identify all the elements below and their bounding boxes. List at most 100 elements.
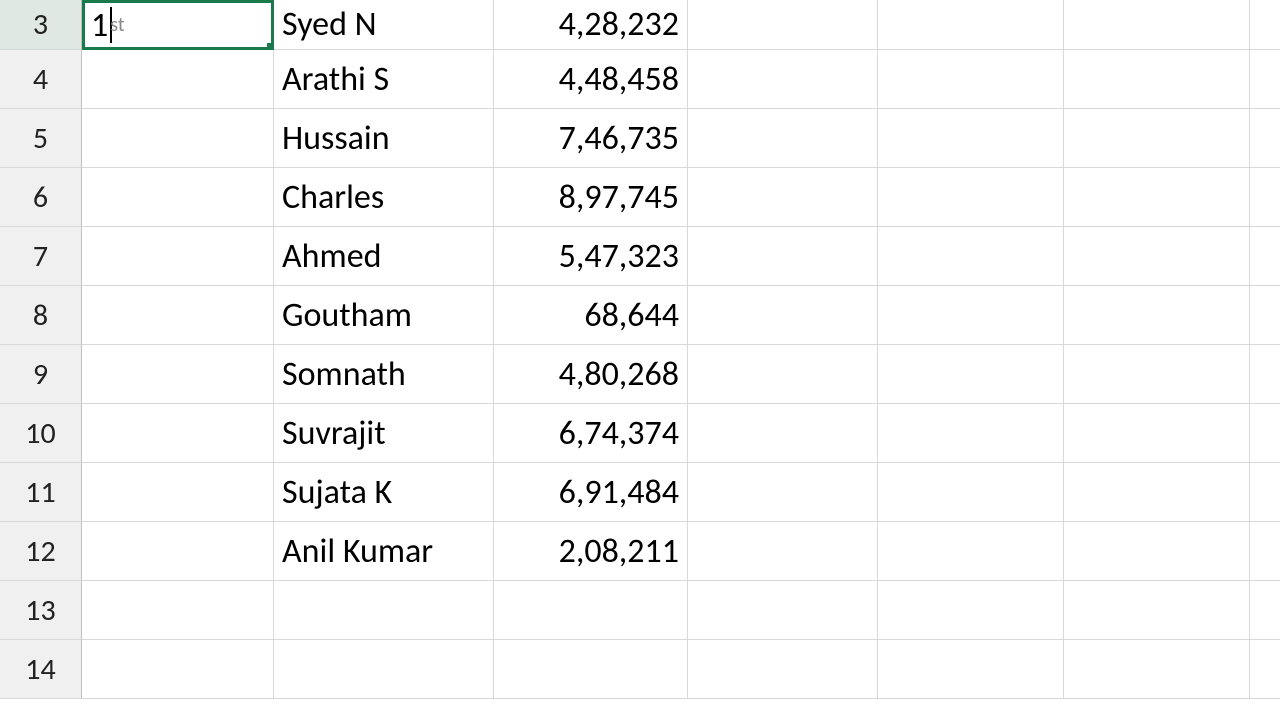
cell-amount[interactable]: 8,97,745 — [494, 168, 688, 227]
empty-cell[interactable] — [1064, 581, 1250, 640]
empty-cell[interactable] — [1250, 286, 1280, 345]
empty-cell[interactable] — [688, 640, 878, 699]
empty-cell[interactable] — [1064, 168, 1250, 227]
cell-name[interactable]: Suvrajit — [274, 404, 494, 463]
empty-cell[interactable] — [1064, 522, 1250, 581]
edit-value: 1 — [91, 5, 108, 46]
empty-cell[interactable] — [82, 286, 274, 345]
row-header-11[interactable]: 11 — [0, 463, 82, 522]
empty-cell[interactable] — [1250, 640, 1280, 699]
row-header-5[interactable]: 5 — [0, 109, 82, 168]
active-cell-editing[interactable]: 1st — [82, 0, 274, 50]
cell-amount[interactable]: 7,46,735 — [494, 109, 688, 168]
empty-cell[interactable] — [494, 581, 688, 640]
empty-cell[interactable] — [82, 463, 274, 522]
empty-cell[interactable] — [878, 50, 1064, 109]
cell-amount[interactable]: 4,28,232 — [494, 0, 688, 50]
empty-cell[interactable] — [82, 404, 274, 463]
empty-cell[interactable] — [878, 227, 1064, 286]
empty-cell[interactable] — [688, 581, 878, 640]
row-header-4[interactable]: 4 — [0, 50, 82, 109]
empty-cell[interactable] — [274, 640, 494, 699]
empty-cell[interactable] — [688, 522, 878, 581]
row-header-10[interactable]: 10 — [0, 404, 82, 463]
cell-name[interactable]: Arathi S — [274, 50, 494, 109]
empty-cell[interactable] — [1064, 345, 1250, 404]
empty-cell[interactable] — [688, 168, 878, 227]
empty-cell[interactable] — [82, 522, 274, 581]
row-header-7[interactable]: 7 — [0, 227, 82, 286]
empty-cell[interactable] — [1250, 522, 1280, 581]
empty-cell[interactable] — [1064, 0, 1250, 50]
cell-name[interactable]: Sujata K — [274, 463, 494, 522]
empty-cell[interactable] — [878, 345, 1064, 404]
empty-cell[interactable] — [1064, 227, 1250, 286]
cell-amount[interactable]: 68,644 — [494, 286, 688, 345]
empty-cell[interactable] — [82, 168, 274, 227]
empty-cell[interactable] — [688, 345, 878, 404]
empty-cell[interactable] — [82, 50, 274, 109]
cell-name[interactable]: Syed N — [274, 0, 494, 50]
empty-cell[interactable] — [1064, 109, 1250, 168]
empty-cell[interactable] — [688, 463, 878, 522]
empty-cell[interactable] — [1064, 404, 1250, 463]
empty-cell[interactable] — [274, 581, 494, 640]
empty-cell[interactable] — [82, 345, 274, 404]
empty-cell[interactable] — [1250, 581, 1280, 640]
row-header-3[interactable]: 3 — [0, 0, 82, 50]
empty-cell[interactable] — [82, 581, 274, 640]
cell-amount[interactable]: 4,80,268 — [494, 345, 688, 404]
empty-cell[interactable] — [1250, 109, 1280, 168]
row-header-8[interactable]: 8 — [0, 286, 82, 345]
empty-cell[interactable] — [1250, 404, 1280, 463]
fill-handle[interactable] — [267, 43, 274, 50]
empty-cell[interactable] — [878, 581, 1064, 640]
empty-cell[interactable] — [688, 109, 878, 168]
row-header-12[interactable]: 12 — [0, 522, 82, 581]
empty-cell[interactable] — [878, 640, 1064, 699]
cell-name[interactable]: Hussain — [274, 109, 494, 168]
empty-cell[interactable] — [1250, 168, 1280, 227]
row-header-14[interactable]: 14 — [0, 640, 82, 699]
empty-cell[interactable] — [82, 109, 274, 168]
cell-amount[interactable]: 6,74,374 — [494, 404, 688, 463]
empty-cell[interactable] — [688, 404, 878, 463]
empty-cell[interactable] — [1250, 227, 1280, 286]
spreadsheet-grid[interactable]: 3 1st Syed N 4,28,232 4 Arathi S 4,48,45… — [0, 0, 1280, 699]
empty-cell[interactable] — [878, 522, 1064, 581]
empty-cell[interactable] — [878, 286, 1064, 345]
cell-name[interactable]: Charles — [274, 168, 494, 227]
empty-cell[interactable] — [494, 640, 688, 699]
row-header-13[interactable]: 13 — [0, 581, 82, 640]
empty-cell[interactable] — [82, 640, 274, 699]
cell-name[interactable]: Goutham — [274, 286, 494, 345]
cell-name[interactable]: Somnath — [274, 345, 494, 404]
empty-cell[interactable] — [878, 109, 1064, 168]
empty-cell[interactable] — [1064, 463, 1250, 522]
empty-cell[interactable] — [1250, 345, 1280, 404]
cell-name[interactable]: Anil Kumar — [274, 522, 494, 581]
row-header-9[interactable]: 9 — [0, 345, 82, 404]
cell-amount[interactable]: 4,48,458 — [494, 50, 688, 109]
edit-suffix: st — [110, 13, 124, 37]
empty-cell[interactable] — [878, 463, 1064, 522]
empty-cell[interactable] — [1064, 50, 1250, 109]
cell-name[interactable]: Ahmed — [274, 227, 494, 286]
empty-cell[interactable] — [878, 404, 1064, 463]
empty-cell[interactable] — [688, 227, 878, 286]
cell-amount[interactable]: 6,91,484 — [494, 463, 688, 522]
empty-cell[interactable] — [878, 0, 1064, 50]
empty-cell[interactable] — [1250, 463, 1280, 522]
empty-cell[interactable] — [1250, 50, 1280, 109]
empty-cell[interactable] — [878, 168, 1064, 227]
empty-cell[interactable] — [1064, 286, 1250, 345]
row-header-6[interactable]: 6 — [0, 168, 82, 227]
empty-cell[interactable] — [82, 227, 274, 286]
cell-amount[interactable]: 2,08,211 — [494, 522, 688, 581]
empty-cell[interactable] — [688, 286, 878, 345]
empty-cell[interactable] — [1250, 0, 1280, 50]
empty-cell[interactable] — [688, 0, 878, 50]
empty-cell[interactable] — [1064, 640, 1250, 699]
empty-cell[interactable] — [688, 50, 878, 109]
cell-amount[interactable]: 5,47,323 — [494, 227, 688, 286]
